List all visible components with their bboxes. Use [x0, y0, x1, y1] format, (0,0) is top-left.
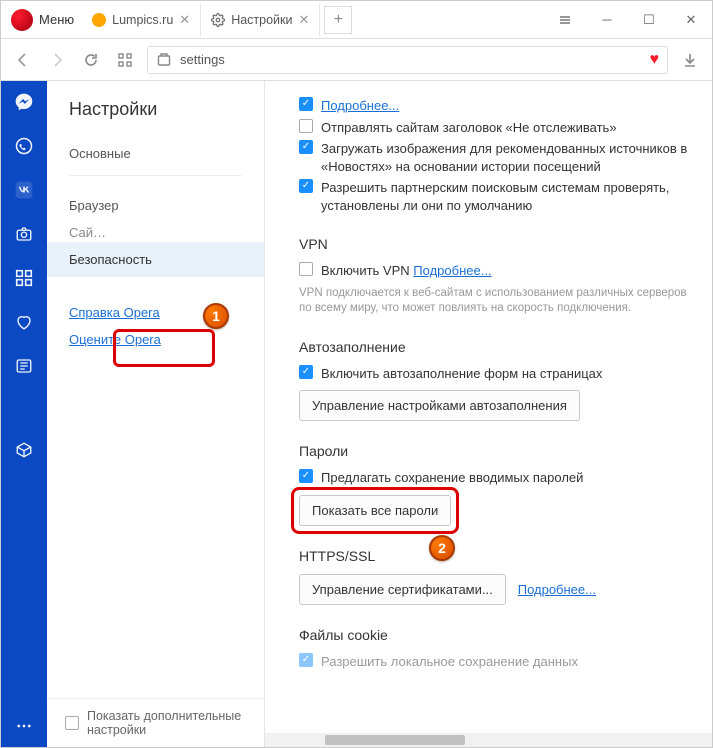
left-rail — [1, 81, 47, 747]
section-autofill: Автозаполнение — [299, 339, 694, 355]
snapshot-icon[interactable] — [13, 223, 35, 245]
vpn-hint: VPN подключается к веб-сайтам с использо… — [299, 286, 694, 317]
manage-certificates-button[interactable]: Управление сертификатами... — [299, 574, 506, 605]
page-info-icon[interactable] — [156, 52, 172, 68]
tab-title: Lumpics.ru — [112, 13, 173, 27]
option-offer-save-passwords: Предлагать сохранение вводимых паролей — [321, 469, 583, 487]
scrollbar-thumb[interactable] — [325, 735, 465, 745]
settings-sidenav: Настройки Основные Браузер Сай… Безопасн… — [47, 81, 265, 747]
back-button[interactable] — [11, 48, 35, 72]
titlebar: Меню Lumpics.ru ✕ Настройки ✕ + ─ ☐ ✕ — [1, 1, 712, 39]
settings-title: Настройки — [47, 99, 264, 136]
checkbox-icon[interactable]: ✓ — [299, 469, 313, 483]
new-tab-button[interactable]: + — [324, 6, 352, 34]
messenger-icon[interactable] — [13, 91, 35, 113]
address-input[interactable] — [180, 52, 642, 67]
section-passwords: Пароли — [299, 443, 694, 459]
downloads-button[interactable] — [678, 48, 702, 72]
speed-dial-rail-icon[interactable] — [13, 267, 35, 289]
show-all-passwords-button[interactable]: Показать все пароли — [299, 495, 451, 526]
checkbox-icon[interactable]: ✓ — [299, 140, 313, 154]
manage-autofill-button[interactable]: Управление настройками автозаполнения — [299, 390, 580, 421]
close-button[interactable]: ✕ — [670, 1, 712, 39]
sidenav-item-sites-partial[interactable]: Сай… — [47, 223, 264, 242]
checkbox-icon[interactable]: ✓ — [299, 97, 313, 111]
bookmarks-rail-icon[interactable] — [13, 311, 35, 333]
option-dnt: Отправлять сайтам заголовок «Не отслежив… — [321, 119, 617, 137]
more-link[interactable]: Подробнее... — [321, 97, 399, 115]
rail-more-icon[interactable] — [13, 715, 35, 737]
reload-button[interactable] — [79, 48, 103, 72]
speed-dial-button[interactable] — [113, 48, 137, 72]
sidenav-link-help[interactable]: Справка Opera — [47, 295, 264, 330]
checkbox-icon[interactable]: ✓ — [299, 179, 313, 193]
sidenav-item-security[interactable]: Безопасность — [47, 242, 264, 277]
show-advanced-row[interactable]: Показать дополнительные настройки — [47, 698, 264, 747]
tab-settings[interactable]: Настройки ✕ — [201, 4, 320, 36]
menu-button[interactable]: Меню — [39, 12, 74, 27]
settings-content: ✓ Подробнее... Отправлять сайтам заголово… — [265, 81, 712, 747]
maximize-button[interactable]: ☐ — [628, 1, 670, 39]
vpn-more-link[interactable]: Подробнее... — [413, 263, 491, 278]
option-autofill-enable: Включить автозаполнение форм на страница… — [321, 365, 602, 383]
sidenav-item-browser[interactable]: Браузер — [47, 180, 264, 223]
close-icon[interactable]: ✕ — [298, 12, 309, 28]
option-vpn-enable: Включить VPN Подробнее... — [321, 262, 492, 280]
close-icon[interactable]: ✕ — [179, 12, 190, 28]
sidenav-link-rate[interactable]: Оцените Opera — [47, 330, 264, 357]
news-rail-icon[interactable] — [13, 355, 35, 377]
section-vpn: VPN — [299, 236, 694, 252]
window-menu-icon[interactable] — [544, 1, 586, 39]
tab-title: Настройки — [231, 13, 292, 27]
opera-logo-icon — [11, 9, 33, 31]
history-rail-icon[interactable] — [13, 439, 35, 461]
show-advanced-label: Показать дополнительные настройки — [87, 709, 246, 737]
checkbox-icon[interactable]: ✓ — [299, 653, 313, 667]
address-bar[interactable]: ♥ — [147, 46, 668, 74]
favicon-gear-icon — [211, 13, 225, 27]
vk-icon[interactable] — [13, 179, 35, 201]
option-cookies-partial: Разрешить локальное сохранение данных — [321, 653, 578, 671]
minimize-button[interactable]: ─ — [586, 1, 628, 39]
option-allow-partner: Разрешить партнерским поисковым системам… — [321, 179, 694, 214]
option-load-images: Загружать изображения для рекомендованны… — [321, 140, 694, 175]
tab-lumpics[interactable]: Lumpics.ru ✕ — [82, 4, 201, 36]
horizontal-scrollbar[interactable] — [265, 733, 712, 747]
sidenav-item-basic[interactable]: Основные — [47, 136, 264, 171]
section-cookies: Файлы cookie — [299, 627, 694, 643]
checkbox-unchecked-icon[interactable] — [65, 716, 79, 730]
forward-button[interactable] — [45, 48, 69, 72]
checkbox-icon[interactable] — [299, 262, 313, 276]
toolbar: ♥ — [1, 39, 712, 81]
favicon-lumpics-icon — [92, 13, 106, 27]
section-https: HTTPS/SSL — [299, 548, 694, 564]
checkbox-icon[interactable] — [299, 119, 313, 133]
bookmark-heart-icon[interactable]: ♥ — [650, 51, 660, 69]
https-more-link[interactable]: Подробнее... — [518, 582, 596, 597]
checkbox-icon[interactable]: ✓ — [299, 365, 313, 379]
whatsapp-icon[interactable] — [13, 135, 35, 157]
